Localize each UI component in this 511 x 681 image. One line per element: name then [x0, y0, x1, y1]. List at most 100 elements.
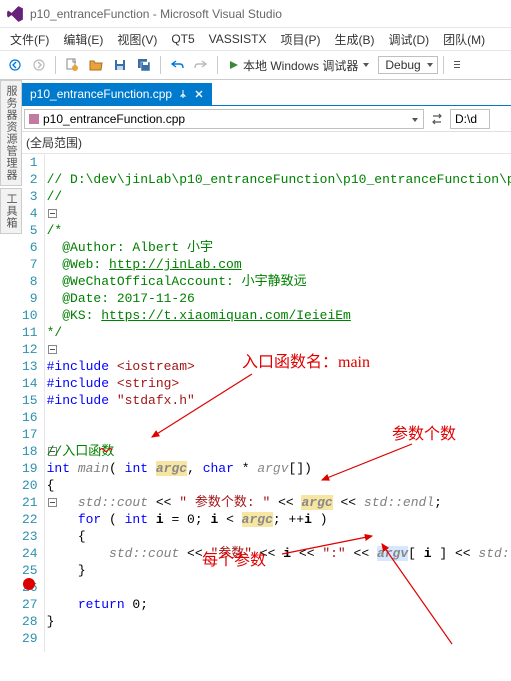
line-number: 18 — [22, 443, 38, 460]
code-line: #include <string> — [47, 376, 180, 391]
code-line: { — [47, 529, 86, 544]
line-number: 21 — [22, 494, 38, 511]
line-number: 5 — [22, 222, 38, 239]
menu-vassist[interactable]: VASSISTX — [203, 30, 273, 48]
line-number: 28 — [22, 613, 38, 630]
more-button[interactable] — [449, 54, 471, 76]
menu-view[interactable]: 视图(V) — [111, 29, 163, 50]
dropdown-icon — [362, 61, 370, 69]
line-number: 3 — [22, 188, 38, 205]
line-number: 12 — [22, 341, 38, 358]
code-line: std::cout << " 参数个数: " << argc << std::e… — [47, 495, 442, 510]
scope-bar[interactable]: (全局范围) — [0, 132, 511, 154]
menu-team[interactable]: 团队(M) — [437, 29, 491, 50]
toolbar-separator — [160, 56, 161, 74]
line-number: 7 — [22, 256, 38, 273]
line-number: 14 — [22, 375, 38, 392]
line-number: 13 — [22, 358, 38, 375]
nav-forward-button[interactable] — [28, 54, 50, 76]
menu-bar: 文件(F) 编辑(E) 视图(V) QT5 VASSISTX 项目(P) 生成(… — [0, 28, 511, 50]
save-button[interactable] — [109, 54, 131, 76]
line-number: 10 — [22, 307, 38, 324]
document-tab-label: p10_entranceFunction.cpp — [30, 87, 172, 101]
line-number: 8 — [22, 273, 38, 290]
breakpoint-icon[interactable] — [23, 578, 35, 590]
toolbar: 本地 Windows 调试器 Debug — [0, 50, 511, 80]
line-number: 15 — [22, 392, 38, 409]
code-line: // D:\dev\jinLab\p10_entranceFunction\p1… — [47, 172, 511, 187]
config-combo[interactable]: Debug — [378, 56, 437, 74]
line-number: 25 — [22, 562, 38, 579]
new-file-button[interactable] — [61, 54, 83, 76]
menu-project[interactable]: 项目(P) — [274, 29, 326, 50]
toolbox-tab[interactable]: 工具箱 — [0, 188, 22, 234]
start-debug-button[interactable]: 本地 Windows 调试器 — [223, 55, 376, 76]
line-number: 19 — [22, 460, 38, 477]
code-line: { — [47, 478, 55, 493]
menu-file[interactable]: 文件(F) — [4, 29, 55, 50]
code-line: @Web: http://jinLab.com — [47, 257, 242, 272]
line-number: 1 — [22, 154, 38, 171]
file-nav-combo[interactable]: p10_entranceFunction.cpp — [24, 109, 424, 129]
line-number: 11 — [22, 324, 38, 341]
nav-back-button[interactable] — [4, 54, 26, 76]
toolbar-separator — [443, 56, 444, 74]
line-number: 9 — [22, 290, 38, 307]
code-line: #include <iostream> — [47, 359, 195, 374]
path-display[interactable]: D:\d — [450, 109, 490, 129]
code-line: } — [47, 614, 55, 629]
code-line: //入口函数 — [47, 444, 115, 459]
navigation-bar: p10_entranceFunction.cpp D:\d — [0, 106, 511, 132]
line-number: 17 — [22, 426, 38, 443]
line-number: 2 — [22, 171, 38, 188]
undo-button[interactable] — [166, 54, 188, 76]
toolbar-separator — [55, 56, 56, 74]
play-icon — [229, 60, 239, 70]
menu-debug[interactable]: 调试(D) — [382, 29, 435, 50]
line-number: 20 — [22, 477, 38, 494]
code-line: */ — [47, 325, 63, 340]
vs-logo-icon — [6, 5, 24, 23]
pin-icon[interactable] — [178, 89, 188, 99]
menu-qt5[interactable]: QT5 — [165, 30, 200, 48]
document-tab-strip: p10_entranceFunction.cpp — [0, 80, 511, 106]
nav-swap-button[interactable] — [428, 110, 446, 128]
code-line: @Author: Albert 小宇 — [47, 240, 213, 255]
code-line: #include "stdafx.h" — [47, 393, 195, 408]
code-editor[interactable]: 1234567891011121314151617181920212223242… — [22, 154, 511, 652]
code-line: @WeChatOfficalAccount: 小宇静致远 — [47, 274, 307, 289]
server-explorer-tab[interactable]: 服务器资源管理器 — [0, 80, 22, 186]
code-line: @Date: 2017-11-26 — [47, 291, 195, 306]
line-number: 29 — [22, 630, 38, 647]
code-line: for ( int i = 0; i < argc; ++i ) — [47, 512, 328, 527]
line-number-gutter: 1234567891011121314151617181920212223242… — [22, 154, 45, 652]
code-line: // — [47, 189, 63, 204]
menu-edit[interactable]: 编辑(E) — [57, 29, 109, 50]
left-tool-tabs: 服务器资源管理器 工具箱 — [0, 80, 20, 236]
line-number: 23 — [22, 528, 38, 545]
menu-build[interactable]: 生成(B) — [328, 29, 380, 50]
config-label: Debug — [385, 58, 420, 72]
line-number: 27 — [22, 596, 38, 613]
line-number: 24 — [22, 545, 38, 562]
document-tab[interactable]: p10_entranceFunction.cpp — [22, 83, 212, 105]
code-line: /* — [47, 223, 63, 238]
code-line: int main( int argc, char * argv[]) — [47, 461, 312, 476]
title-bar: p10_entranceFunction - Microsoft Visual … — [0, 0, 511, 28]
start-debug-label: 本地 Windows 调试器 — [243, 57, 358, 74]
open-file-button[interactable] — [85, 54, 107, 76]
scope-label: (全局范围) — [26, 134, 82, 151]
line-number: 6 — [22, 239, 38, 256]
code-line: return 0; — [47, 597, 148, 612]
code-content[interactable]: // D:\dev\jinLab\p10_entranceFunction\p1… — [45, 154, 511, 652]
redo-button[interactable] — [190, 54, 212, 76]
save-all-button[interactable] — [133, 54, 155, 76]
code-line: std::cout << "参数" << i << ":" << argv[ i… — [47, 546, 511, 561]
line-number: 16 — [22, 409, 38, 426]
file-nav-label: p10_entranceFunction.cpp — [43, 112, 185, 126]
code-line: } — [47, 563, 86, 578]
line-number: 4 — [22, 205, 38, 222]
code-line: @KS: https://t.xiaomiquan.com/IeieiEm — [47, 308, 351, 323]
window-title: p10_entranceFunction - Microsoft Visual … — [30, 7, 282, 21]
close-icon[interactable] — [194, 89, 204, 99]
